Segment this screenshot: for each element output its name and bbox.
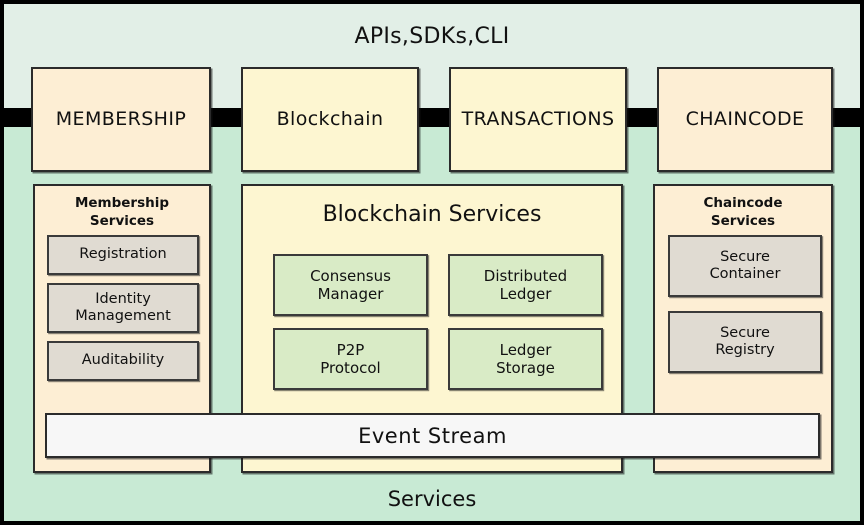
pillar-transactions-label: TRANSACTIONS xyxy=(461,107,615,130)
chip-registration[interactable]: Registration xyxy=(47,235,199,275)
chip-identity-line1: Identity xyxy=(95,290,151,307)
chip-secure-registry-label: Secure Registry xyxy=(715,325,774,360)
chip-ledgerstore-line1: Ledger xyxy=(499,341,552,359)
chip-p2p-protocol-label: P2P Protocol xyxy=(320,341,380,377)
chip-secure-container-label: Secure Container xyxy=(710,249,781,284)
chip-distributed-line1: Distributed xyxy=(483,267,568,285)
chip-secure-registry-line2: Registry xyxy=(715,342,775,358)
chip-auditability-label: Auditability xyxy=(81,352,165,369)
panel-blockchain-title: Blockchain Services xyxy=(322,202,542,227)
chip-registration-label: Registration xyxy=(79,246,167,263)
chip-p2p-line1: P2P xyxy=(336,341,365,359)
pillar-chaincode[interactable]: CHAINCODE xyxy=(657,67,833,172)
chip-secure-container[interactable]: Secure Container xyxy=(668,235,822,297)
chip-ledgerstore-line2: Storage xyxy=(496,359,555,377)
chip-ledger-storage[interactable]: Ledger Storage xyxy=(448,328,603,390)
pillar-chaincode-label: CHAINCODE xyxy=(685,107,805,130)
panel-membership-title: Membership Services xyxy=(35,194,209,230)
chip-consensus-manager-label: Consensus Manager xyxy=(310,267,391,303)
chip-ledger-storage-label: Ledger Storage xyxy=(496,341,555,377)
chip-consensus-line1: Consensus xyxy=(310,267,391,285)
pillar-membership-label: MEMBERSHIP xyxy=(55,107,187,130)
chip-secure-registry-line1: Secure xyxy=(720,324,770,341)
pillar-blockchain[interactable]: Blockchain xyxy=(241,67,419,172)
chip-identity-line2: Management xyxy=(75,308,171,324)
chip-distributed-ledger-label: Distributed Ledger xyxy=(484,267,567,303)
chip-identity-management-label: Identity Management xyxy=(75,291,171,326)
page-title: APIs,SDKs,CLI xyxy=(354,24,510,49)
chip-distributed-ledger[interactable]: Distributed Ledger xyxy=(448,254,603,316)
pillar-blockchain-label: Blockchain xyxy=(276,107,384,130)
chip-distributed-line2: Ledger xyxy=(499,285,552,303)
event-stream-label: Event Stream xyxy=(358,423,507,448)
panel-chaincode-title-line2: Services xyxy=(710,213,776,230)
services-footer-label: Services xyxy=(387,487,477,511)
chip-auditability[interactable]: Auditability xyxy=(47,341,199,381)
panel-chaincode-title-line1: Chaincode xyxy=(703,195,783,211)
event-stream-bar[interactable]: Event Stream xyxy=(45,413,820,458)
chip-secure-container-line1: Secure xyxy=(720,248,770,265)
pillar-membership[interactable]: MEMBERSHIP xyxy=(31,67,211,172)
pillar-transactions[interactable]: TRANSACTIONS xyxy=(449,67,627,172)
architecture-diagram: APIs,SDKs,CLI MEMBERSHIP Blockchain TRAN… xyxy=(0,0,864,525)
chip-p2p-protocol[interactable]: P2P Protocol xyxy=(273,328,428,390)
chip-consensus-line2: Manager xyxy=(317,285,384,303)
chip-p2p-line2: Protocol xyxy=(320,359,381,377)
chip-identity-management[interactable]: Identity Management xyxy=(47,283,199,333)
panel-membership-title-line1: Membership xyxy=(74,195,170,211)
panel-chaincode-title: Chaincode Services xyxy=(655,194,831,230)
chip-consensus-manager[interactable]: Consensus Manager xyxy=(273,254,428,316)
panel-membership-title-line2: Services xyxy=(89,213,155,230)
chip-secure-container-line2: Container xyxy=(709,266,781,282)
chip-secure-registry[interactable]: Secure Registry xyxy=(668,311,822,373)
